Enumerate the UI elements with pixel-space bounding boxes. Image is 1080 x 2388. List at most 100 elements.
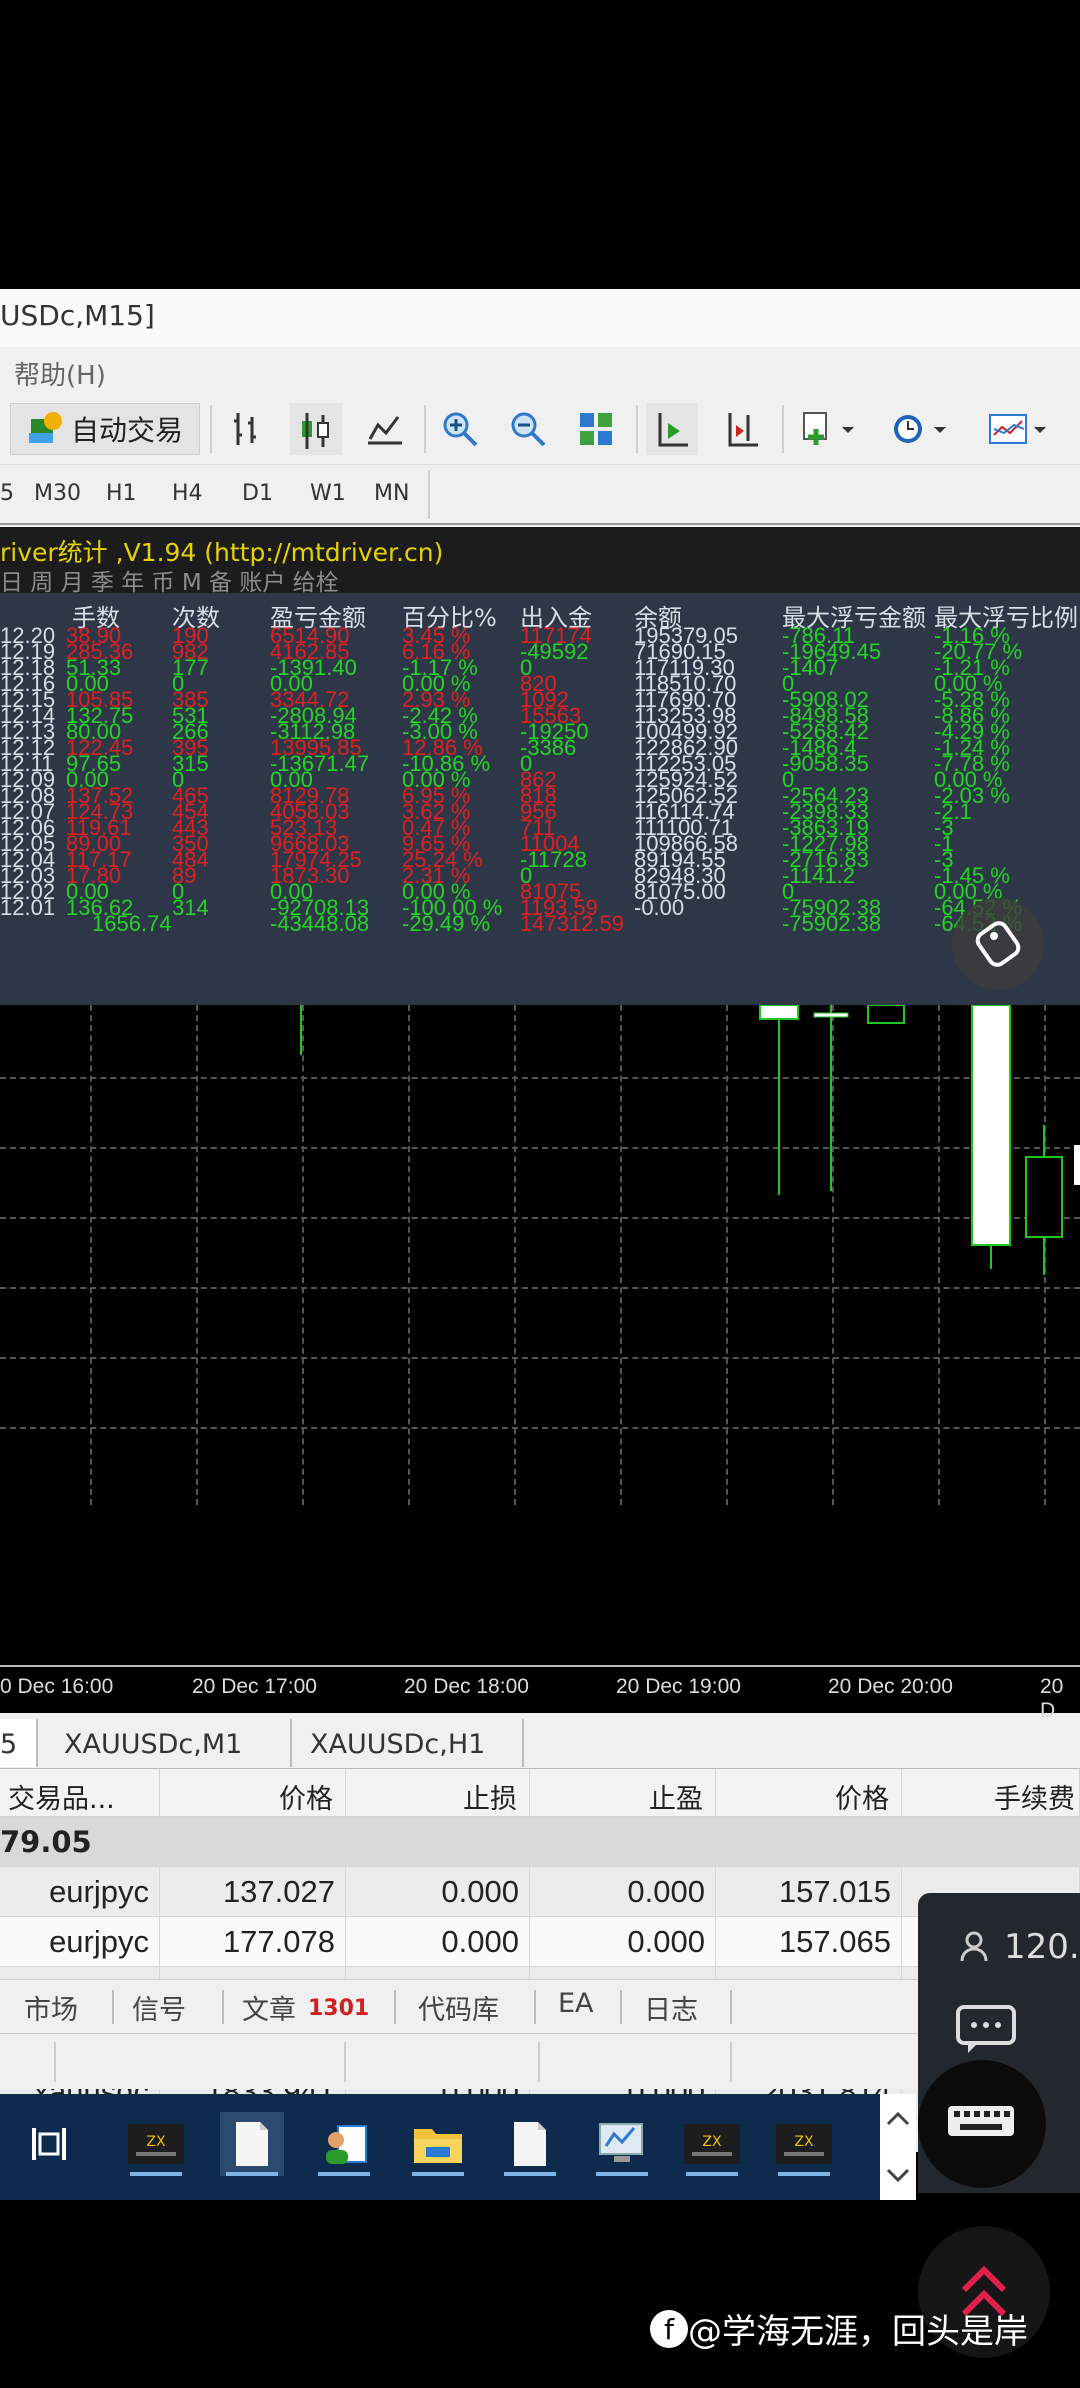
templates-icon[interactable] bbox=[978, 403, 1058, 455]
timeframe-bar: 5 M30 H1 H4 D1 W1 MN bbox=[0, 465, 1080, 525]
tab-articles[interactable]: 文章 bbox=[242, 1988, 296, 2027]
candles bbox=[300, 1005, 1080, 1275]
person-icon bbox=[960, 1931, 988, 1965]
notepad-icon[interactable] bbox=[220, 2112, 284, 2176]
timeframe-m30[interactable]: M30 bbox=[34, 481, 81, 506]
network-monitor-icon[interactable] bbox=[590, 2112, 654, 2176]
articles-badge: 1301 bbox=[308, 1996, 370, 2021]
app-window: USDc,M15] 帮助(H) 自动交易 5 M30 H1 H4 D1 W1 M… bbox=[0, 289, 1080, 2152]
stats-panel: 手数 次数 盈亏金额 百分比% 出入金 余额 最大浮亏金额 最大浮亏比例 12.… bbox=[0, 593, 1080, 1005]
stats-subtabs: 日 周 月 季 年 币 M 备 账户 给栓 bbox=[0, 570, 339, 596]
periods-clock-icon[interactable] bbox=[884, 403, 956, 455]
title-bar: USDc,M15] bbox=[0, 289, 1080, 347]
table-cell: 177.078 bbox=[160, 1917, 346, 1967]
svg-text:ZX: ZX bbox=[702, 2134, 722, 2150]
bar-chart-icon[interactable] bbox=[222, 403, 274, 455]
zoom-out-icon[interactable] bbox=[502, 403, 554, 455]
exness-app-icon-3[interactable]: ZX bbox=[772, 2112, 836, 2176]
toolbar: 自动交易 bbox=[0, 395, 1080, 465]
col-price-open[interactable]: 价格 bbox=[160, 1769, 346, 1817]
candlestick-icon[interactable] bbox=[290, 403, 342, 455]
tab-code-base[interactable]: 代码库 bbox=[418, 1988, 499, 2027]
stats-total-pnl: -43448.08 bbox=[270, 911, 370, 936]
taskbar-scroll[interactable] bbox=[880, 2094, 916, 2200]
auto-trade-icon bbox=[27, 411, 63, 447]
tag-icon bbox=[975, 921, 1021, 967]
line-chart-icon[interactable] bbox=[358, 403, 410, 455]
menu-bar: 帮助(H) bbox=[0, 347, 1080, 395]
zoom-in-icon[interactable] bbox=[434, 403, 486, 455]
xaxis-label: 20 Dec 17:00 bbox=[192, 1675, 317, 1698]
taskbar: ZX ZX ZX bbox=[0, 2094, 916, 2200]
xaxis-label: 20 Dec 20:00 bbox=[828, 1675, 953, 1698]
stats-cell-dates: 12.01 bbox=[0, 895, 56, 920]
tab-journal[interactable]: 日志 bbox=[644, 1988, 698, 2027]
stats-cell-maxloss: -9058.35 bbox=[782, 751, 869, 776]
menu-help[interactable]: 帮助(H) bbox=[14, 361, 106, 391]
tab-signals[interactable]: 信号 bbox=[132, 1988, 186, 2027]
stats-cell-counts: 314 bbox=[172, 895, 209, 920]
xaxis-label: 20 D bbox=[1040, 1675, 1064, 1722]
indicators-icon[interactable] bbox=[792, 403, 864, 455]
col-symbol[interactable]: 交易品... bbox=[0, 1769, 160, 1817]
timeframe-h1[interactable]: H1 bbox=[106, 481, 137, 506]
facebook-icon: f bbox=[650, 2309, 688, 2348]
table-cell: 157.015 bbox=[716, 1867, 902, 1917]
users-icon[interactable] bbox=[312, 2112, 376, 2176]
price-chart[interactable]: river统计 ,V1.94 (http://mtdriver.cn) 日 周 … bbox=[0, 527, 1080, 1722]
table-cell: eurjpyc bbox=[0, 1867, 160, 1917]
svg-text:ZX: ZX bbox=[146, 2134, 166, 2150]
account-group-row[interactable]: 79.05 bbox=[0, 1817, 1080, 1867]
table-cell: 0.000 bbox=[530, 1867, 716, 1917]
stats-total-lots: 1656.74 bbox=[92, 911, 172, 936]
col-take-profit[interactable]: 止盈 bbox=[530, 1769, 716, 1817]
keyboard-icon bbox=[948, 2106, 1014, 2136]
comment-icon[interactable] bbox=[956, 2005, 1016, 2059]
table-cell: eurjpyc bbox=[0, 1917, 160, 1967]
table-cell: 0.000 bbox=[346, 1867, 530, 1917]
screenshot-floating-button[interactable] bbox=[952, 898, 1044, 990]
stats-total-flow: 147312.59 bbox=[520, 911, 624, 936]
overlay-value: 120.2 bbox=[1004, 1927, 1080, 1967]
tab-chart-current[interactable]: 5 bbox=[0, 1719, 38, 1767]
tab-ea[interactable]: EA bbox=[558, 1988, 594, 2019]
timeframe-m15[interactable]: 5 bbox=[0, 481, 14, 506]
timeframe-w1[interactable]: W1 bbox=[310, 481, 346, 506]
exness-app-icon-2[interactable]: ZX bbox=[680, 2112, 744, 2176]
document-icon[interactable] bbox=[498, 2112, 562, 2176]
table-cell: 0.000 bbox=[346, 1917, 530, 1967]
watermark: f @学海无涯，回头是岸 bbox=[650, 2304, 1028, 2353]
keyboard-toggle-button[interactable] bbox=[918, 2060, 1046, 2188]
stats-total-pct: -29.49 % bbox=[402, 911, 491, 936]
svg-text:f: f bbox=[664, 2313, 675, 2346]
svg-text:ZX: ZX bbox=[794, 2134, 814, 2150]
stats-cell-balances: -0.00 bbox=[634, 895, 685, 920]
timeframe-h4[interactable]: H4 bbox=[172, 481, 203, 506]
table-cell: 0.000 bbox=[530, 1917, 716, 1967]
folder-icon[interactable] bbox=[406, 2112, 470, 2176]
auto-scroll-icon[interactable] bbox=[646, 403, 698, 455]
xaxis-label: 20 Dec 18:00 bbox=[404, 1675, 529, 1698]
xaxis-label: 20 Dec 19:00 bbox=[616, 1675, 741, 1698]
table-cell: 137.027 bbox=[160, 1867, 346, 1917]
col-commission[interactable]: 手续费 bbox=[902, 1769, 1080, 1817]
window-title: USDc,M15] bbox=[0, 299, 155, 332]
stats-total-maxloss: -75902.38 bbox=[782, 911, 882, 936]
tab-market[interactable]: 市场 bbox=[24, 1988, 78, 2027]
tab-xauusdc-h1[interactable]: XAUUSDc,H1 bbox=[292, 1719, 524, 1767]
stats-header: river统计 ,V1.94 (http://mtdriver.cn) 日 周 … bbox=[0, 527, 1080, 596]
tab-xauusdc-m1[interactable]: XAUUSDc,M1 bbox=[42, 1719, 292, 1767]
chart-shift-icon[interactable] bbox=[716, 403, 768, 455]
timeframe-d1[interactable]: D1 bbox=[242, 481, 273, 506]
col-stop-loss[interactable]: 止损 bbox=[346, 1769, 530, 1817]
auto-trade-button[interactable]: 自动交易 bbox=[10, 403, 200, 455]
tile-windows-icon[interactable] bbox=[570, 403, 622, 455]
xaxis-label: 0 Dec 16:00 bbox=[0, 1675, 114, 1698]
col-price-current[interactable]: 价格 bbox=[716, 1769, 902, 1817]
timeframe-mn[interactable]: MN bbox=[374, 481, 409, 506]
table-cell: 157.065 bbox=[716, 1917, 902, 1967]
chart-tabs: 5 XAUUSDc,M1 XAUUSDc,H1 bbox=[0, 1717, 1080, 1769]
auto-trade-label: 自动交易 bbox=[70, 414, 183, 447]
task-view-icon[interactable] bbox=[18, 2112, 82, 2176]
exness-app-icon[interactable]: ZX bbox=[124, 2112, 188, 2176]
